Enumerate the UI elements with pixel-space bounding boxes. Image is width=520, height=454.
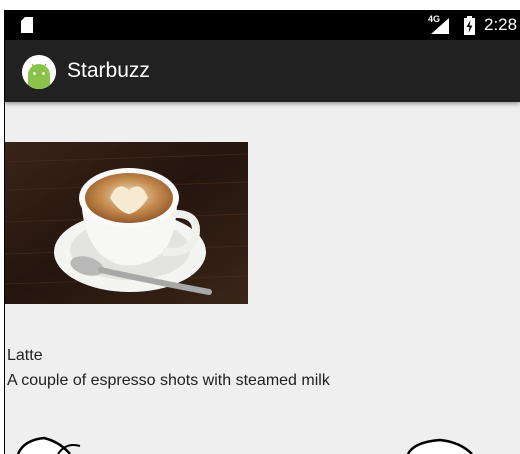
signal-strength-icon <box>431 18 449 34</box>
battery-charging-icon <box>464 16 475 35</box>
app-bar: Starbuzz <box>5 40 520 102</box>
drink-description: A couple of espresso shots with steamed … <box>7 372 330 389</box>
status-bar: 4G 2:28 <box>5 10 520 40</box>
latte-photo <box>5 142 248 304</box>
drink-name: Latte <box>7 347 43 364</box>
sd-card-icon <box>21 17 33 33</box>
phone-screen: 4G 2:28 Starbuzz Latte A couple of espre… <box>5 10 520 454</box>
app-title: Starbuzz <box>67 59 150 82</box>
android-icon[interactable] <box>22 55 56 89</box>
status-clock: 2:28 <box>484 15 518 34</box>
